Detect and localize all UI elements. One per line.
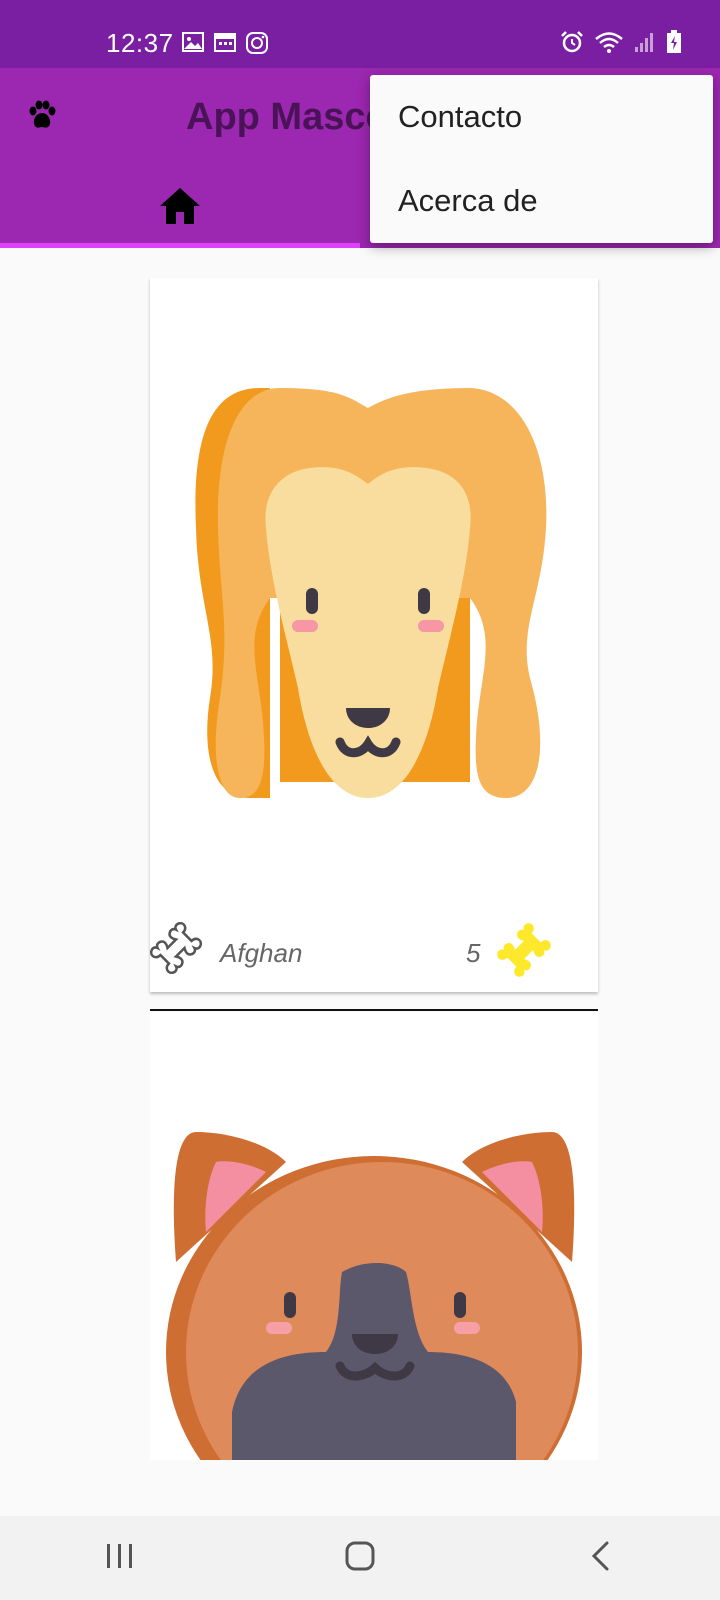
back-icon	[589, 1540, 611, 1577]
overflow-menu: Contacto Acerca de	[370, 75, 713, 243]
pet-card-footer: Afghan 5	[149, 912, 598, 992]
calendar-icon	[214, 32, 236, 57]
bone-outline-icon[interactable]	[149, 921, 203, 979]
recent-apps-button[interactable]	[80, 1528, 160, 1588]
gallery-icon	[182, 32, 204, 57]
signal-icon	[634, 31, 656, 58]
tab-indicator	[0, 243, 360, 248]
status-time: 12:37	[106, 28, 174, 58]
pet-name: Afghan	[220, 938, 303, 968]
recent-apps-icon	[105, 1542, 135, 1575]
battery-charging-icon	[666, 30, 682, 59]
status-bar: 12:37	[0, 0, 720, 68]
paw-icon	[26, 100, 58, 135]
shiba-dog-image	[166, 1122, 582, 1460]
menu-item-acerca-de[interactable]: Acerca de	[370, 159, 713, 243]
wifi-icon	[594, 30, 624, 59]
pet-card: Afghan 5	[149, 278, 598, 992]
home-icon	[158, 186, 202, 231]
app-title: App Masco	[186, 96, 389, 138]
afghan-dog-image	[190, 378, 550, 803]
bone-yellow-icon	[496, 922, 552, 983]
home-button[interactable]	[320, 1528, 400, 1588]
pet-card	[150, 1012, 598, 1460]
system-nav-bar	[0, 1516, 720, 1600]
instagram-icon	[246, 32, 268, 59]
alarm-icon	[560, 30, 584, 59]
menu-item-contacto[interactable]: Contacto	[370, 75, 713, 159]
home-button-icon	[344, 1540, 376, 1577]
tab-home[interactable]	[0, 168, 360, 248]
back-button[interactable]	[560, 1528, 640, 1588]
pet-rating: 5	[466, 938, 481, 968]
card-divider	[150, 1009, 598, 1011]
